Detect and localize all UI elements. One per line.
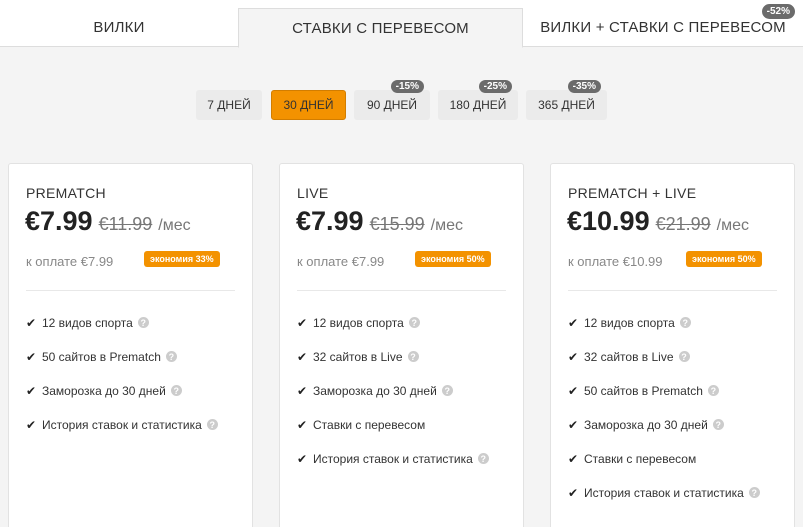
help-icon[interactable]: ? <box>678 351 690 362</box>
pay-amount: к оплате €7.99 <box>297 254 385 269</box>
help-icon[interactable]: ? <box>408 317 420 328</box>
feature-item: ✔ 50 сайтов в Prematch? <box>26 350 218 384</box>
plan-card-prematch[interactable]: PREMATCH €7.99 €11.99/мес к оплате €7.99 … <box>8 163 253 527</box>
divider <box>568 290 777 291</box>
check-icon: ✔ <box>297 418 308 432</box>
check-icon: ✔ <box>26 350 37 364</box>
price-period: /мес <box>716 217 749 234</box>
period-selector: 7 ДНЕЙ 30 ДНЕЙ 90 ДНЕЙ -15% 180 ДНЕЙ -25% … <box>0 80 803 120</box>
check-icon: ✔ <box>568 384 579 398</box>
feature-item: ✔ История ставок и статистика? <box>568 486 760 520</box>
divider <box>297 290 506 291</box>
check-icon: ✔ <box>297 452 308 466</box>
plan-price: €7.99 <box>296 206 364 236</box>
period-discount-badge: -15% <box>390 80 424 93</box>
help-icon[interactable]: ? <box>206 419 218 430</box>
period-90-days[interactable]: 90 ДНЕЙ -15% <box>354 80 430 120</box>
plan-old-price: €11.99 <box>98 214 153 234</box>
check-icon: ✔ <box>568 486 579 500</box>
help-icon[interactable]: ? <box>407 351 419 362</box>
divider <box>26 290 235 291</box>
check-icon: ✔ <box>568 418 579 432</box>
help-icon[interactable]: ? <box>477 453 489 464</box>
price-row: €7.99 €15.99/мес <box>296 206 463 237</box>
price-row: €7.99 €11.99/мес <box>25 206 191 237</box>
check-icon: ✔ <box>26 418 37 432</box>
feature-item: ✔ История ставок и статистика? <box>297 452 489 486</box>
plan-old-price: €21.99 <box>655 214 711 234</box>
period-discount-badge: -25% <box>478 80 512 93</box>
savings-badge: экономия 50% <box>415 251 491 267</box>
plan-title: PREMATCH + LIVE <box>568 185 697 201</box>
savings-badge: экономия 50% <box>686 251 762 267</box>
plan-title: LIVE <box>297 185 329 201</box>
period-7-days[interactable]: 7 ДНЕЙ <box>196 90 262 120</box>
feature-item: ✔ 32 сайтов в Live? <box>297 350 489 384</box>
price-row: €10.99 €21.99/мес <box>567 206 749 237</box>
tab-value-bets[interactable]: СТАВКИ С ПЕРЕВЕСОМ <box>238 8 523 48</box>
feature-list: ✔ 12 видов спорта? ✔ 32 сайтов в Live? ✔ За… <box>297 316 489 486</box>
feature-item: ✔ Заморозка до 30 дней? <box>26 384 218 418</box>
help-icon[interactable]: ? <box>165 351 177 362</box>
feature-item: ✔ 12 видов спорта? <box>297 316 489 350</box>
plan-title: PREMATCH <box>26 185 106 201</box>
period-discount-badge: -35% <box>567 80 601 93</box>
tab-arbs-plus-value-bets[interactable]: ВИЛКИ + СТАВКИ С ПЕРЕВЕСОМ <box>523 8 803 47</box>
help-icon[interactable]: ? <box>441 385 453 396</box>
price-period: /мес <box>158 217 191 234</box>
plan-card-live[interactable]: LIVE €7.99 €15.99/мес к оплате €7.99 экон… <box>279 163 524 527</box>
help-icon[interactable]: ? <box>137 317 149 328</box>
period-30-days[interactable]: 30 ДНЕЙ <box>271 90 346 120</box>
feature-list: ✔ 12 видов спорта? ✔ 50 сайтов в Prematch?… <box>26 316 218 452</box>
tab-arbs[interactable]: ВИЛКИ <box>0 8 238 47</box>
help-icon[interactable]: ? <box>170 385 182 396</box>
feature-item: ✔ 32 сайтов в Live? <box>568 350 760 384</box>
feature-item: ✔ Заморозка до 30 дней? <box>568 418 760 452</box>
period-180-days[interactable]: 180 ДНЕЙ -25% <box>438 80 518 120</box>
check-icon: ✔ <box>26 316 37 330</box>
plan-price: €10.99 <box>567 206 650 236</box>
help-icon[interactable]: ? <box>707 385 719 396</box>
check-icon: ✔ <box>297 316 308 330</box>
check-icon: ✔ <box>568 452 579 466</box>
plan-card-prematch-live[interactable]: PREMATCH + LIVE €10.99 €21.99/мес к оплат… <box>550 163 795 527</box>
period-365-days[interactable]: 365 ДНЕЙ -35% <box>526 80 607 120</box>
pay-amount: к оплате €10.99 <box>568 254 663 269</box>
product-tabs: ВИЛКИ СТАВКИ С ПЕРЕВЕСОМ ВИЛКИ + СТАВКИ … <box>0 0 803 48</box>
feature-item: ✔ 12 видов спорта? <box>26 316 218 350</box>
help-icon[interactable]: ? <box>679 317 691 328</box>
feature-item: ✔ Ставки с перевесом <box>568 452 697 466</box>
feature-item: ✔ 50 сайтов в Prematch? <box>568 384 760 418</box>
check-icon: ✔ <box>297 350 308 364</box>
check-icon: ✔ <box>568 316 579 330</box>
feature-item: ✔ 12 видов спорта? <box>568 316 760 350</box>
feature-item: ✔ Заморозка до 30 дней? <box>297 384 489 418</box>
plan-price: €7.99 <box>25 206 93 236</box>
price-period: /мес <box>430 217 463 234</box>
help-icon[interactable]: ? <box>748 487 760 498</box>
pay-amount: к оплате €7.99 <box>26 254 114 269</box>
check-icon: ✔ <box>568 350 579 364</box>
feature-item: ✔ Ставки с перевесом <box>297 418 426 432</box>
help-icon[interactable]: ? <box>712 419 724 430</box>
feature-list: ✔ 12 видов спорта? ✔ 32 сайтов в Live? ✔ 50… <box>568 316 760 520</box>
check-icon: ✔ <box>26 384 37 398</box>
check-icon: ✔ <box>297 384 308 398</box>
tab-discount-badge: -52% <box>761 4 795 19</box>
plan-old-price: €15.99 <box>369 214 425 234</box>
savings-badge: экономия 33% <box>144 251 220 267</box>
feature-item: ✔ История ставок и статистика? <box>26 418 218 452</box>
